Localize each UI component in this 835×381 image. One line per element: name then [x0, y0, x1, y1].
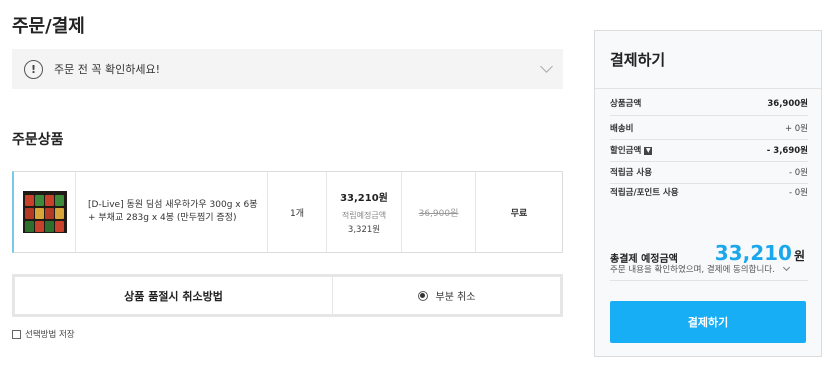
order-items-title: 주문상품: [12, 132, 64, 148]
payment-row-value: + 0원: [784, 124, 808, 134]
save-method-option[interactable]: 선택방법 저장: [12, 328, 75, 340]
product-thumbnail[interactable]: [22, 191, 67, 233]
chevron-down-icon[interactable]: [782, 263, 790, 272]
product-name[interactable]: [D-Live] 동원 딤섬 새우하가우 300g x 6봉 + 부채교 283…: [88, 199, 261, 225]
divider: [610, 139, 808, 140]
payment-row-value: - 3,690원: [766, 146, 808, 156]
divider: [610, 280, 808, 281]
partial-cancel-label: 부분 취소: [435, 292, 476, 303]
chevron-down-icon[interactable]: [540, 60, 553, 73]
total-amount: 33,210: [714, 241, 792, 265]
agree-toggle[interactable]: 주문 내용을 확인하였으며, 결제에 동의합니다.: [610, 263, 790, 275]
payment-row-label: 적립금/포인트 사용: [610, 188, 679, 198]
payment-row-label: 할인금액: [610, 146, 642, 156]
product-thumbnail-cell: [14, 172, 76, 252]
payment-title: 결제하기: [595, 31, 821, 89]
order-item-row: [D-Live] 동원 딤섬 새우하가우 300g x 6봉 + 부채교 283…: [12, 171, 563, 253]
payment-panel: 결제하기 상품금액 36,900원 배송비 + 0원 할인금액 ▼ - 3,690…: [594, 30, 822, 357]
radio-button[interactable]: [417, 290, 428, 301]
soldout-cancel-method: 상품 품절시 취소방법 부분 취소: [12, 274, 563, 317]
divider: [610, 115, 808, 116]
shipping-fee: 무료: [510, 208, 528, 219]
divider: [610, 183, 808, 184]
discount-label-group: 할인금액 ▼: [610, 144, 653, 156]
payment-row-points: 적립금/포인트 사용 - 0원: [610, 186, 808, 198]
divider: [610, 161, 808, 162]
product-price: 33,210원: [340, 193, 388, 204]
page-title: 주문/결제: [12, 16, 85, 37]
payment-row-discount: 할인금액 ▼ - 3,690원: [610, 144, 808, 156]
points-label: 적립예정금액: [341, 211, 387, 220]
payment-row-value: 36,900원: [767, 99, 808, 109]
payment-row-shipping: 배송비 + 0원: [610, 122, 808, 134]
save-method-checkbox[interactable]: [12, 329, 21, 339]
product-quantity: 1개: [268, 172, 327, 252]
original-price: 36,900원: [418, 208, 459, 219]
agree-text: 주문 내용을 확인하였으며, 결제에 동의합니다.: [610, 265, 775, 275]
caret-down-icon[interactable]: ▼: [644, 146, 653, 155]
radio-selected-dot: [420, 293, 425, 298]
exclamation-circle-icon: !: [24, 59, 43, 79]
payment-row-product-amount: 상품금액 36,900원: [610, 97, 808, 109]
total-value: 33,210 원: [715, 241, 805, 265]
payment-row-reserve: 적립금 사용 - 0원: [610, 166, 808, 178]
points-value: 3,321원: [347, 225, 381, 235]
payment-row-label: 상품금액: [610, 99, 642, 109]
payment-row-label: 적립금 사용: [610, 168, 653, 178]
pay-button[interactable]: 결제하기: [610, 301, 806, 343]
product-name-cell: [D-Live] 동원 딤섬 새우하가우 300g x 6봉 + 부채교 283…: [76, 172, 268, 252]
partial-cancel-option[interactable]: 부분 취소: [333, 277, 560, 314]
payment-row-value: - 0원: [789, 168, 808, 178]
payment-row-label: 배송비: [610, 124, 634, 134]
payment-row-value: - 0원: [789, 188, 808, 198]
cancel-method-label: 상품 품절시 취소방법: [15, 277, 333, 314]
notice-text: 주문 전 꼭 확인하세요!: [54, 63, 160, 76]
save-method-label: 선택방법 저장: [25, 330, 75, 340]
product-price-cell: 33,210원 적립예정금액 3,321원: [327, 172, 402, 252]
original-price-cell: 36,900원: [402, 172, 476, 252]
total-unit: 원: [793, 249, 805, 263]
notice-bar[interactable]: ! 주문 전 꼭 확인하세요!: [12, 49, 563, 89]
